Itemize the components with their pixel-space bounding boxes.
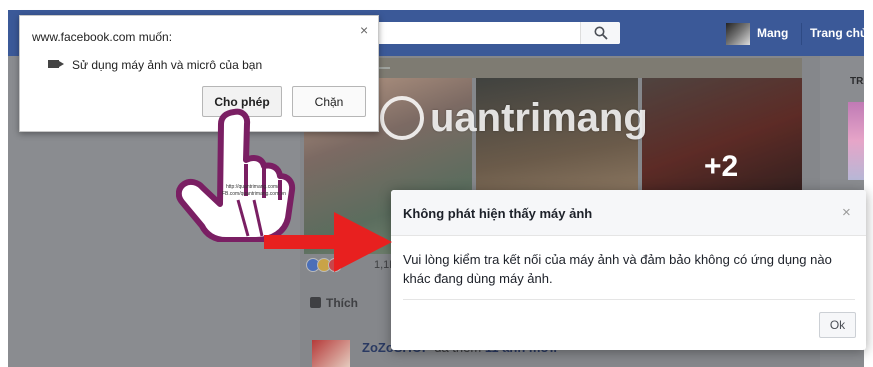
hand-caption: http://quantrimang.com/ [226,184,279,190]
permission-request: Sử dụng máy ảnh và micrô của bạn [72,58,263,72]
trending-thumbnail[interactable] [848,102,864,180]
profile-name-link[interactable]: Mang [757,26,788,40]
thumbs-up-icon [310,297,321,308]
ok-button[interactable]: Ok [819,312,856,338]
avatar[interactable] [726,23,750,45]
close-icon[interactable]: × [842,204,851,221]
lightbulb-icon [380,96,424,140]
red-arrow-icon [264,212,392,272]
divider [403,299,855,300]
permission-site: www.facebook.com muốn: [32,30,173,44]
divider [801,23,802,45]
search-input[interactable] [372,22,620,44]
dialog-message: Vui lòng kiểm tra kết nối của máy ảnh và… [403,252,832,286]
trending-heading: TRA [850,76,864,87]
like-button[interactable]: Thích [310,296,358,310]
search-button[interactable] [580,22,620,44]
search-icon [594,26,608,40]
dialog-title: Không phát hiện thấy máy ảnh [403,206,593,221]
page-avatar[interactable] [312,340,350,367]
more-photos-count[interactable]: +2 [704,150,738,184]
camera-icon [48,60,64,68]
hand-caption: FB.com/quantrimang.com.vn [222,191,286,197]
home-link[interactable]: Trang chủ [810,26,864,40]
close-icon[interactable]: × [360,22,368,38]
like-label: Thích [326,296,358,310]
camera-not-found-dialog: Không phát hiện thấy máy ảnh × Vui lòng … [391,190,866,350]
watermark-text: uantrimang [430,96,648,140]
dialog-header: Không phát hiện thấy máy ảnh × [391,190,866,236]
block-button[interactable]: Chặn [292,86,366,117]
